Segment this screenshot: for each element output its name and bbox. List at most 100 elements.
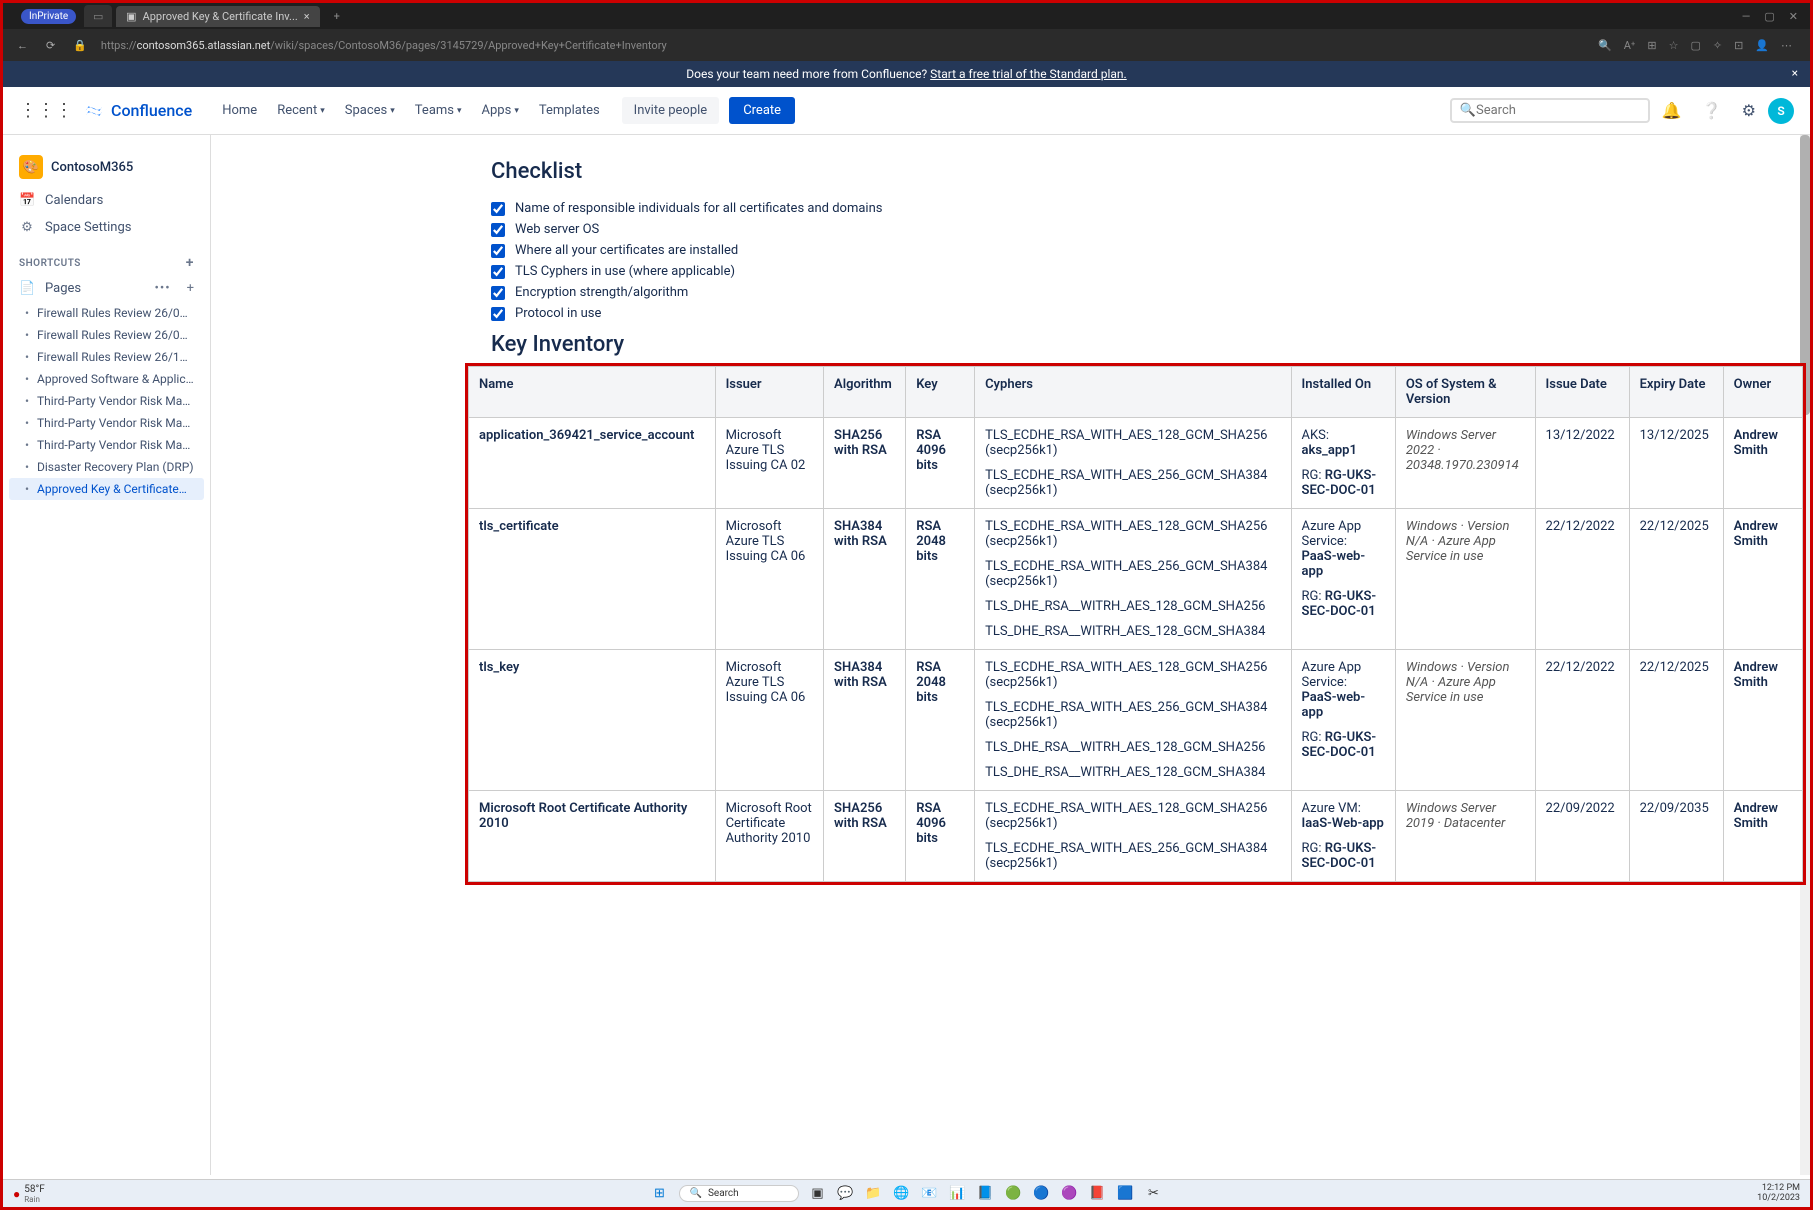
checkbox[interactable]: [491, 307, 505, 321]
cell-key: RSA 2048 bits: [906, 509, 975, 650]
app-icon[interactable]: 📕: [1089, 1185, 1107, 1203]
app-icon[interactable]: 💬: [837, 1185, 855, 1203]
pages-more-icon[interactable]: •••: [154, 281, 170, 296]
browser-back-icon[interactable]: ←: [13, 39, 32, 52]
app-icon[interactable]: 🟣: [1061, 1185, 1079, 1203]
taskview-icon[interactable]: ▣: [809, 1185, 827, 1203]
add-shortcut-icon[interactable]: +: [186, 255, 194, 271]
app-icon[interactable]: ✂: [1145, 1185, 1163, 1203]
app-icon[interactable]: 📁: [865, 1185, 883, 1203]
banner-link[interactable]: Start a free trial of the Standard plan.: [930, 67, 1127, 81]
tab-overview-icon[interactable]: ▭: [84, 5, 112, 27]
extensions-icon[interactable]: ⊡: [1734, 39, 1743, 52]
checkbox[interactable]: [491, 223, 505, 237]
more-icon[interactable]: ⋯: [1781, 39, 1792, 52]
page-tree-item[interactable]: Approved Key & Certificate Invent...: [9, 478, 204, 500]
banner-close-icon[interactable]: ×: [1792, 66, 1798, 80]
cell-algorithm: SHA384 with RSA: [824, 650, 906, 791]
page-tree-item[interactable]: Third-Party Vendor Risk Managem...: [3, 390, 210, 412]
grid-icon[interactable]: ⊞: [1647, 39, 1656, 52]
sidebar-calendars[interactable]: 📅 Calendars: [3, 187, 210, 214]
zoom-icon[interactable]: 🔍: [1598, 39, 1612, 52]
checkbox[interactable]: [491, 202, 505, 216]
page-tree-item[interactable]: Firewall Rules Review 26/10/2022: [3, 346, 210, 368]
inprivate-badge: InPrivate: [21, 9, 76, 24]
app-switcher-icon[interactable]: ⋮⋮⋮: [19, 100, 73, 121]
invite-people-button[interactable]: Invite people: [622, 97, 720, 124]
chevron-down-icon: ▾: [320, 106, 325, 116]
page-tree-item[interactable]: Third-Party Vendor Risk Managem...: [3, 412, 210, 434]
create-button[interactable]: Create: [729, 97, 795, 124]
nav-item-home[interactable]: Home: [212, 97, 267, 124]
site-lock-icon[interactable]: 🔒: [69, 39, 91, 52]
nav-item-apps[interactable]: Apps▾: [472, 97, 529, 124]
avatar[interactable]: S: [1768, 98, 1794, 124]
profile-icon[interactable]: 👤: [1755, 39, 1769, 52]
confluence-logo[interactable]: Confluence: [83, 100, 192, 122]
column-header: OS of System & Version: [1395, 367, 1535, 418]
checkbox[interactable]: [491, 286, 505, 300]
page-tree-item[interactable]: Third-Party Vendor Risk Managem...: [3, 434, 210, 456]
window-close-icon[interactable]: ✕: [1789, 10, 1798, 23]
page-tree-item[interactable]: Firewall Rules Review 26/03/2023: [3, 324, 210, 346]
app-icon[interactable]: 🌐: [893, 1185, 911, 1203]
pages-header[interactable]: 📄 Pages ••• +: [3, 275, 210, 302]
app-icon[interactable]: 🟢: [1005, 1185, 1023, 1203]
space-header[interactable]: 🎨 ContosoM365: [3, 147, 210, 187]
checkbox[interactable]: [491, 265, 505, 279]
table-row: Microsoft Root Certificate Authority 201…: [469, 791, 1803, 882]
weather-cond: Rain: [24, 1195, 45, 1204]
start-icon[interactable]: ⊞: [651, 1185, 669, 1203]
nav-item-teams[interactable]: Teams▾: [405, 97, 472, 124]
search-icon: 🔍: [690, 1188, 702, 1199]
read-aloud-icon[interactable]: A⁺: [1624, 39, 1636, 52]
sidebar-item-label: Calendars: [45, 193, 103, 208]
cell-expiry-date: 22/12/2025: [1629, 650, 1723, 791]
search-input[interactable]: [1476, 103, 1642, 118]
url-field[interactable]: https://contosom365.atlassian.net/wiki/s…: [101, 39, 1588, 52]
window-minimize-icon[interactable]: —: [1742, 10, 1751, 23]
key-inventory-table-highlight: NameIssuerAlgorithmKeyCyphersInstalled O…: [465, 363, 1806, 885]
weather-icon: ●: [13, 1187, 20, 1201]
cell-issuer: Microsoft Azure TLS Issuing CA 02: [715, 418, 823, 509]
confluence-icon: [83, 100, 105, 122]
checklist-label: Where all your certificates are installe…: [515, 243, 738, 258]
taskbar-search[interactable]: 🔍Search: [679, 1185, 799, 1202]
nav-item-recent[interactable]: Recent▾: [267, 97, 335, 124]
app-icon[interactable]: 🔵: [1033, 1185, 1051, 1203]
app-icon[interactable]: 📧: [921, 1185, 939, 1203]
app-icon[interactable]: 🟦: [1117, 1185, 1135, 1203]
nav-item-templates[interactable]: Templates: [529, 97, 610, 124]
page-tree-item[interactable]: Approved Software & Applications...: [3, 368, 210, 390]
taskbar-weather[interactable]: ● 58°F Rain: [13, 1184, 45, 1204]
cell-installed: AKS: aks_app1RG: RG-UKS-SEC-DOC-01: [1291, 418, 1395, 509]
cell-owner: Andrew Smith: [1723, 509, 1802, 650]
notifications-icon[interactable]: 🔔: [1654, 101, 1690, 120]
nav-item-label: Templates: [539, 103, 600, 118]
collections-icon[interactable]: ▢: [1690, 39, 1700, 52]
shortcuts-header: SHORTCUTS +: [3, 241, 210, 275]
browser-tab[interactable]: ▣ Approved Key & Certificate Inv... ×: [116, 6, 319, 27]
taskbar-clock[interactable]: 12:12 PM 10/2/2023: [1757, 1184, 1800, 1204]
checklist-label: Protocol in use: [515, 306, 601, 321]
cell-cyphers: TLS_ECDHE_RSA_WITH_AES_128_GCM_SHA256 (s…: [975, 650, 1291, 791]
app-icon[interactable]: 📊: [949, 1185, 967, 1203]
checkbox[interactable]: [491, 244, 505, 258]
app-icon[interactable]: 📘: [977, 1185, 995, 1203]
help-icon[interactable]: ❔: [1694, 101, 1730, 120]
add-page-icon[interactable]: +: [187, 281, 194, 296]
browser-refresh-icon[interactable]: ⟳: [42, 39, 59, 52]
sidebar-item-label: Space Settings: [45, 220, 131, 235]
sidebar-space-settings[interactable]: ⚙ Space Settings: [3, 214, 210, 241]
favorite-icon[interactable]: ☆: [1669, 39, 1679, 52]
page-tree-item[interactable]: Disaster Recovery Plan (DRP): [3, 456, 210, 478]
window-maximize-icon[interactable]: ▢: [1764, 10, 1774, 23]
addon-icon[interactable]: ✧: [1713, 39, 1722, 52]
nav-item-label: Home: [222, 103, 257, 118]
settings-gear-icon[interactable]: ⚙: [1734, 101, 1764, 120]
tab-close-icon[interactable]: ×: [304, 10, 310, 23]
page-tree-item[interactable]: Firewall Rules Review 26/09/2023: [3, 302, 210, 324]
nav-item-spaces[interactable]: Spaces▾: [335, 97, 405, 124]
search-box[interactable]: 🔍: [1450, 98, 1650, 123]
new-tab-button[interactable]: +: [328, 10, 346, 23]
